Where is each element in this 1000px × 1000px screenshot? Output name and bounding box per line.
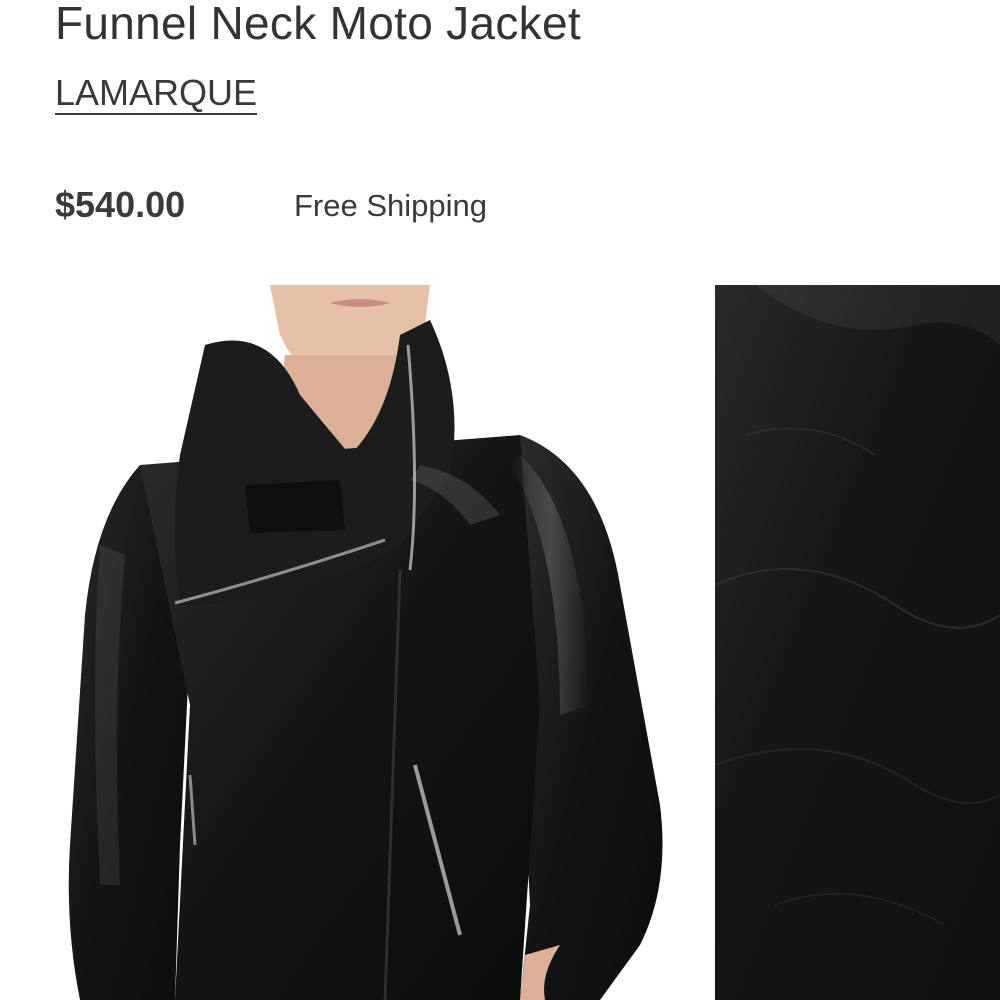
leather-detail-image[interactable] — [715, 285, 1000, 1000]
product-price: $540.00 — [55, 184, 186, 225]
brand-link[interactable]: LAMARQUE — [55, 72, 257, 114]
main-product-image[interactable] — [0, 285, 680, 1000]
shipping-info: Free Shipping — [294, 188, 488, 223]
product-page: Funnel Neck Moto Jacket LAMARQUE $540.00… — [0, 0, 1000, 1000]
jacket-photo-icon — [68, 285, 663, 1000]
product-title: Funnel Neck Moto Jacket — [55, 0, 581, 49]
leather-texture-icon — [715, 285, 1000, 1000]
